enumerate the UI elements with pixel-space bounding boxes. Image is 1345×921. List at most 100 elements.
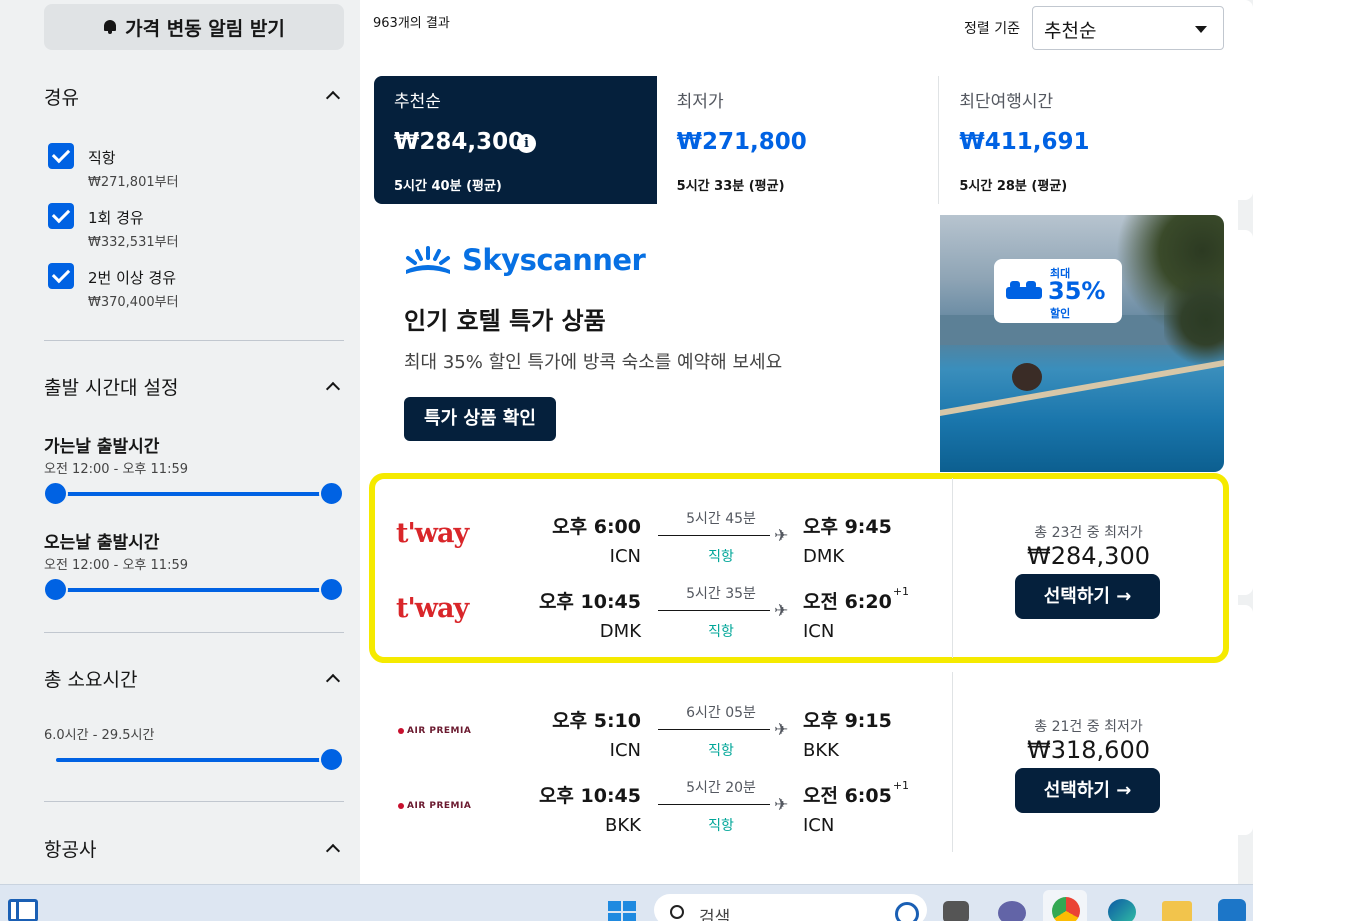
tab-price: ₩271,800 bbox=[676, 129, 807, 155]
airlines-filter-title[interactable]: 항공사 bbox=[44, 835, 96, 862]
tab-label: 최단여행시간 bbox=[959, 92, 1054, 112]
return-time-min-handle[interactable] bbox=[43, 577, 68, 602]
widgets-icon[interactable] bbox=[8, 899, 38, 921]
return-time-range: 오전 12:00 - 오후 11:59 bbox=[44, 558, 188, 573]
taskbar-search-box[interactable]: 검색 bbox=[654, 894, 927, 921]
tab-cheapest[interactable]: 최저가 ₩271,800 5시간 33분 (평균) bbox=[656, 76, 940, 204]
duration-slider-track[interactable] bbox=[56, 758, 332, 762]
tab-duration: 5시간 40분 (평균) bbox=[394, 179, 502, 194]
departure-airport: ICN bbox=[609, 546, 641, 567]
stops-option-price: ₩332,531부터 bbox=[88, 235, 179, 250]
stops-option-price: ₩271,801부터 bbox=[88, 175, 179, 190]
stops-option-label: 2번 이상 경유 bbox=[88, 269, 177, 287]
hotel-ad-card[interactable]: Skyscanner 인기 호텔 특가 상품 최대 35% 할인 특가에 방콕 … bbox=[374, 215, 1224, 472]
discount-badge: 최대 35% 할인 bbox=[994, 259, 1122, 323]
tab-duration: 5시간 28분 (평균) bbox=[959, 179, 1068, 194]
arrival-time: 오전 6:20+1 bbox=[803, 585, 909, 614]
tab-duration: 5시간 33분 (평균) bbox=[676, 179, 785, 194]
departure-time: 오후 5:10 bbox=[552, 710, 641, 732]
chrome-icon[interactable] bbox=[1052, 897, 1080, 921]
flight-result-card[interactable]: t'way 오후 6:00 ICN 5시간 45분 ✈ 직항 오후 9:45 D… bbox=[369, 473, 1229, 663]
stops-label: 직항 bbox=[708, 743, 734, 759]
page-scroll-area bbox=[1238, 0, 1345, 921]
duration-max-handle[interactable] bbox=[319, 747, 344, 772]
route-line bbox=[658, 729, 770, 730]
info-icon[interactable]: i bbox=[517, 134, 536, 153]
flight-duration: 6시간 05분 bbox=[686, 705, 756, 721]
stops-option-price: ₩370,400부터 bbox=[88, 295, 179, 310]
skyscanner-sun-icon bbox=[406, 246, 450, 274]
airline-logo-text: AIR PREMIA bbox=[407, 801, 472, 811]
tab-price: ₩411,691 bbox=[959, 129, 1090, 155]
arrival-time-text: 오후 9:45 bbox=[803, 516, 892, 538]
scroll-segment bbox=[1238, 0, 1253, 200]
plane-icon: ✈ bbox=[774, 601, 789, 621]
chevron-up-icon[interactable] bbox=[326, 380, 338, 392]
route-line bbox=[658, 535, 770, 536]
hotel-pool-image: 최대 35% 할인 bbox=[940, 215, 1224, 472]
filter-sidebar: 가격 변동 알림 받기 경유 직항 ₩271,801부터 1회 경유 ₩332,… bbox=[0, 0, 360, 884]
brand-name: Skyscanner bbox=[462, 243, 646, 277]
teams-icon[interactable] bbox=[998, 901, 1026, 921]
flight-result-card[interactable]: AIR PREMIA 오후 5:10 ICN 6시간 05분 ✈ 직항 오후 9… bbox=[374, 672, 1224, 852]
airline-logo-airpremia: AIR PREMIA bbox=[398, 726, 471, 736]
arrival-time: 오후 9:45 bbox=[803, 512, 893, 539]
ad-description: 최대 35% 할인 특가에 방콕 숙소를 예약해 보세요 bbox=[404, 352, 783, 373]
outbound-time-max-handle[interactable] bbox=[319, 481, 344, 506]
chevron-up-icon[interactable] bbox=[326, 842, 338, 854]
bed-icon bbox=[1006, 281, 1042, 303]
os-taskbar: 검색 bbox=[0, 884, 1253, 921]
airline-logo-tway: t'way bbox=[396, 518, 469, 549]
arrival-time-text: 오전 6:20 bbox=[803, 591, 892, 613]
arrival-airport: ICN bbox=[803, 815, 835, 836]
bing-icon[interactable] bbox=[895, 902, 919, 921]
results-count: 963개의 결과 bbox=[373, 16, 450, 31]
departure-time-filter-title[interactable]: 출발 시간대 설정 bbox=[44, 373, 178, 400]
arrival-time: 오전 6:05+1 bbox=[803, 779, 910, 808]
outbound-time-title: 가는날 출발시간 bbox=[44, 437, 160, 457]
price-alert-button[interactable]: 가격 변동 알림 받기 bbox=[44, 4, 344, 50]
stops-option-label: 직항 bbox=[88, 149, 116, 167]
day-offset: +1 bbox=[892, 779, 910, 792]
checkbox-direct[interactable] bbox=[48, 143, 74, 169]
sort-select[interactable]: 추천순 bbox=[1032, 6, 1224, 50]
stops-filter-title[interactable]: 경유 bbox=[44, 83, 79, 110]
chevron-up-icon[interactable] bbox=[326, 89, 338, 101]
select-flight-button[interactable]: 선택하기 → bbox=[1015, 574, 1160, 619]
airline-logo-text: AIR PREMIA bbox=[407, 726, 472, 736]
return-time-slider-track[interactable] bbox=[56, 588, 332, 592]
arrival-airport: ICN bbox=[803, 621, 835, 642]
price-box: 총 23건 중 최저가 ₩284,300 선택하기 → bbox=[953, 478, 1224, 658]
stops-option-label: 1회 경유 bbox=[88, 209, 144, 227]
price-caption: 총 21건 중 최저가 bbox=[1034, 719, 1143, 735]
tab-price: ₩284,300 bbox=[394, 129, 525, 155]
outbound-time-min-handle[interactable] bbox=[43, 481, 68, 506]
duration-filter-title[interactable]: 총 소요시간 bbox=[44, 665, 137, 692]
flight-leg-return: AIR PREMIA 오후 10:45 BKK 5시간 20분 ✈ 직항 오전 … bbox=[374, 771, 952, 846]
arrival-time-text: 오전 6:05 bbox=[803, 785, 892, 807]
scroll-segment bbox=[1238, 230, 1253, 595]
file-explorer-icon[interactable] bbox=[1162, 901, 1192, 921]
select-flight-button[interactable]: 선택하기 → bbox=[1015, 768, 1160, 813]
image-pool-edge bbox=[940, 359, 1224, 417]
tab-fastest[interactable]: 최단여행시간 ₩411,691 5시간 28분 (평균) bbox=[939, 76, 1223, 204]
sort-select-value: 추천순 bbox=[1044, 20, 1097, 42]
price-value: ₩284,300 bbox=[1027, 542, 1150, 570]
view-deals-button[interactable]: 특가 상품 확인 bbox=[404, 397, 556, 441]
checkbox-one-stop[interactable] bbox=[48, 203, 74, 229]
arrival-time: 오후 9:15 bbox=[803, 706, 893, 733]
task-view-icon[interactable] bbox=[943, 901, 969, 921]
divider bbox=[44, 801, 344, 802]
airpremia-dot bbox=[398, 728, 404, 734]
edge-icon[interactable] bbox=[1108, 899, 1136, 921]
tab-recommended[interactable]: 추천순 ₩284,300 i 5시간 40분 (평균) bbox=[374, 76, 657, 204]
chevron-up-icon[interactable] bbox=[326, 672, 338, 684]
outbound-time-slider-track[interactable] bbox=[56, 492, 332, 496]
app-icon[interactable] bbox=[1218, 899, 1246, 921]
checkbox-two-plus[interactable] bbox=[48, 263, 74, 289]
windows-start-icon[interactable] bbox=[608, 901, 636, 921]
return-time-max-handle[interactable] bbox=[319, 577, 344, 602]
departure-airport: DMK bbox=[599, 621, 641, 642]
scroll-segment bbox=[1238, 605, 1253, 835]
divider bbox=[44, 340, 344, 341]
